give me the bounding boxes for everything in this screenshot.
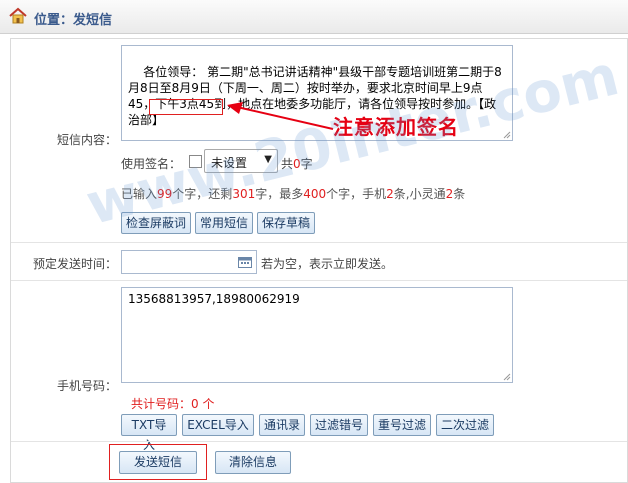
resize-grip-icon[interactable]	[503, 373, 511, 381]
top-bar: 位置：发短信	[0, 0, 628, 34]
calendar-icon[interactable]	[238, 256, 252, 268]
total-count: 共计号码：0 个	[131, 397, 215, 411]
signature-select[interactable]: 未设置 ▼	[204, 149, 278, 173]
divider	[11, 242, 627, 243]
breadcrumb-current: 发短信	[73, 13, 113, 28]
signature-highlight	[149, 99, 223, 115]
annotation-text: 注意添加签名	[333, 115, 459, 139]
excel-import-button[interactable]: EXCEL导入	[182, 414, 254, 436]
txt-import-button[interactable]: TXT导入	[121, 414, 177, 452]
content-label: 短信内容：	[56, 133, 117, 147]
common-sms-button[interactable]: 常用短信	[195, 212, 253, 234]
breadcrumb-separator: ：	[60, 13, 74, 28]
input-info: 已输入99个字，还剩301字，最多400个字，手机2条,小灵通2条	[121, 187, 466, 201]
clear-info-button[interactable]: 清除信息	[215, 451, 291, 474]
save-draft-button[interactable]: 保存草稿	[257, 212, 315, 234]
contacts-button[interactable]: 通讯录	[259, 414, 305, 436]
signature-checkbox[interactable]	[189, 155, 202, 168]
chevron-down-icon: ▼	[264, 154, 272, 165]
breadcrumb: 位置：发短信	[34, 9, 112, 28]
send-sms-form: 短信内容： 各位领导： 第二期"总书记讲话精神"县级干部专题培训班第二期于8月8…	[10, 38, 628, 483]
schedule-input[interactable]	[121, 250, 257, 274]
phone-numbers-text: 13568813957,18980062919	[128, 292, 300, 306]
signature-use-label: 使用签名：	[121, 157, 182, 171]
phone-label: 手机号码：	[56, 379, 117, 393]
dedupe-button[interactable]: 重号过滤	[373, 414, 431, 436]
home-icon[interactable]	[8, 6, 28, 26]
char-count: 共0字	[281, 157, 313, 171]
phone-numbers-textarea[interactable]: 13568813957,18980062919	[121, 287, 513, 383]
signature-select-value: 未设置	[211, 156, 248, 170]
resize-grip-icon[interactable]	[503, 131, 511, 139]
filter-wrong-button[interactable]: 过滤错号	[310, 414, 368, 436]
annotation-arrow-icon	[227, 102, 334, 130]
second-filter-button[interactable]: 二次过滤	[436, 414, 494, 436]
breadcrumb-label: 位置	[34, 13, 61, 28]
check-words-button[interactable]: 检查屏蔽词	[121, 212, 191, 234]
divider	[11, 441, 627, 442]
schedule-label: 预定发送时间：	[32, 257, 117, 271]
send-sms-button[interactable]: 发送短信	[119, 451, 197, 474]
divider	[11, 280, 627, 281]
schedule-hint: 若为空，表示立即发送。	[261, 257, 394, 271]
